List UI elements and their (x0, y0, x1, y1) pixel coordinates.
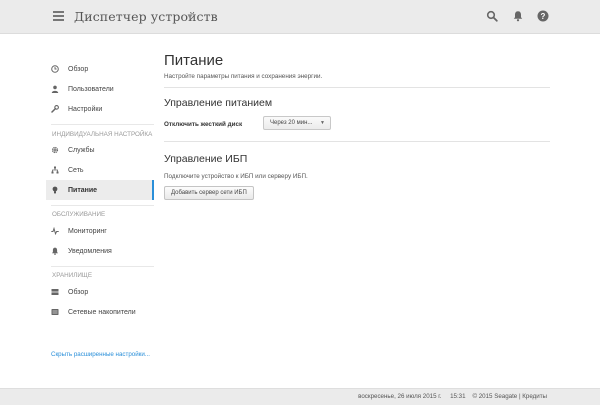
footer-date: воскресенье, 26 июля 2015 г. (358, 393, 442, 400)
sidebar-item-network[interactable]: Сеть (46, 160, 154, 180)
sidebar-item-nas[interactable]: Сетевые накопители (46, 302, 154, 322)
svg-text:?: ? (541, 12, 546, 21)
sidebar-divider (51, 205, 154, 206)
footer-time: 15:31 (450, 393, 466, 400)
page-title: Питание (164, 52, 224, 69)
divider (164, 141, 550, 142)
clock-icon (51, 65, 59, 73)
sidebar-section-storage: ХРАНИЛИЩЕ (52, 272, 93, 279)
ups-description: Подключите устройство к ИБП или серверу … (164, 173, 308, 180)
footer: воскресенье, 26 июля 2015 г. 15:31 © 201… (0, 388, 600, 405)
top-bar: Диспетчер устройств ▼ ? (0, 0, 600, 34)
sidebar-divider (51, 124, 154, 125)
bell-icon (52, 247, 58, 255)
sidebar-item-label: Пользователи (68, 85, 114, 93)
bulb-icon (52, 186, 58, 194)
power-section-title: Управление питанием (164, 97, 273, 109)
divider (164, 87, 550, 88)
hide-advanced-settings-link[interactable]: Скрыть расширенные настройки... (51, 351, 150, 358)
app-title[interactable]: Диспетчер устройств (74, 9, 218, 24)
sidebar-item-label: Уведомления (68, 247, 112, 255)
wrench-icon (51, 105, 59, 113)
sidebar-section-custom: ИНДИВИДУАЛЬНАЯ НАСТРОЙКА (52, 131, 153, 138)
storage-icon (51, 289, 59, 295)
sidebar-item-label: Питание (68, 186, 98, 194)
gear-icon (51, 146, 59, 154)
main-content: Питание Настройте параметры питания и со… (164, 52, 550, 80)
ups-section-title: Управление ИБП (164, 153, 248, 165)
sidebar-item-label: Сетевые накопители (68, 308, 136, 316)
bell-icon[interactable] (512, 10, 524, 22)
add-ups-server-button[interactable]: Добавить сервер сети ИБП (164, 186, 254, 200)
sidebar-divider (51, 266, 154, 267)
footer-copyright[interactable]: © 2015 Seagate | Кредиты (472, 393, 547, 400)
disk-off-select-value: Через 20 мин... (270, 120, 313, 126)
sidebar-item-monitoring[interactable]: Мониторинг (46, 221, 154, 241)
page-subtitle: Настройте параметры питания и сохранения… (164, 73, 323, 80)
sidebar-item-overview[interactable]: Обзор (46, 59, 154, 79)
nas-icon (51, 309, 59, 315)
menu-icon[interactable] (53, 11, 64, 21)
sidebar-item-label: Настройки (68, 105, 103, 113)
sidebar-section-service: ОБСЛУЖИВАНИЕ (52, 211, 106, 218)
sidebar-item-notifications[interactable]: Уведомления (46, 241, 154, 261)
pulse-icon (51, 227, 59, 235)
search-icon[interactable] (486, 10, 498, 22)
chevron-down-icon: ▼ (320, 120, 325, 126)
sidebar-item-settings[interactable]: Настройки (46, 99, 154, 119)
user-icon (51, 85, 59, 93)
sidebar-item-label: Сеть (68, 166, 84, 174)
sidebar-item-power[interactable]: Питание (46, 180, 154, 200)
sidebar-item-label: Службы (68, 146, 95, 154)
help-icon[interactable]: ? (537, 10, 549, 22)
sidebar-item-label: Обзор (68, 65, 89, 73)
chevron-down-icon[interactable]: ▼ (186, 12, 194, 21)
sidebar-item-users[interactable]: Пользователи (46, 79, 154, 99)
sidebar-item-label: Обзор (68, 288, 89, 296)
sidebar-item-label: Мониторинг (68, 227, 107, 235)
footer-status: воскресенье, 26 июля 2015 г. 15:31 © 201… (358, 393, 547, 400)
sidebar: Обзор Пользователи Настройки ИНДИВИДУАЛЬ… (46, 55, 154, 322)
network-icon (51, 166, 59, 174)
sidebar-item-services[interactable]: Службы (46, 140, 154, 160)
disk-off-select[interactable]: Через 20 мин... ▼ (263, 116, 331, 130)
disk-off-label: Отключить жесткий диск (164, 121, 243, 128)
sidebar-item-storage-overview[interactable]: Обзор (46, 282, 154, 302)
